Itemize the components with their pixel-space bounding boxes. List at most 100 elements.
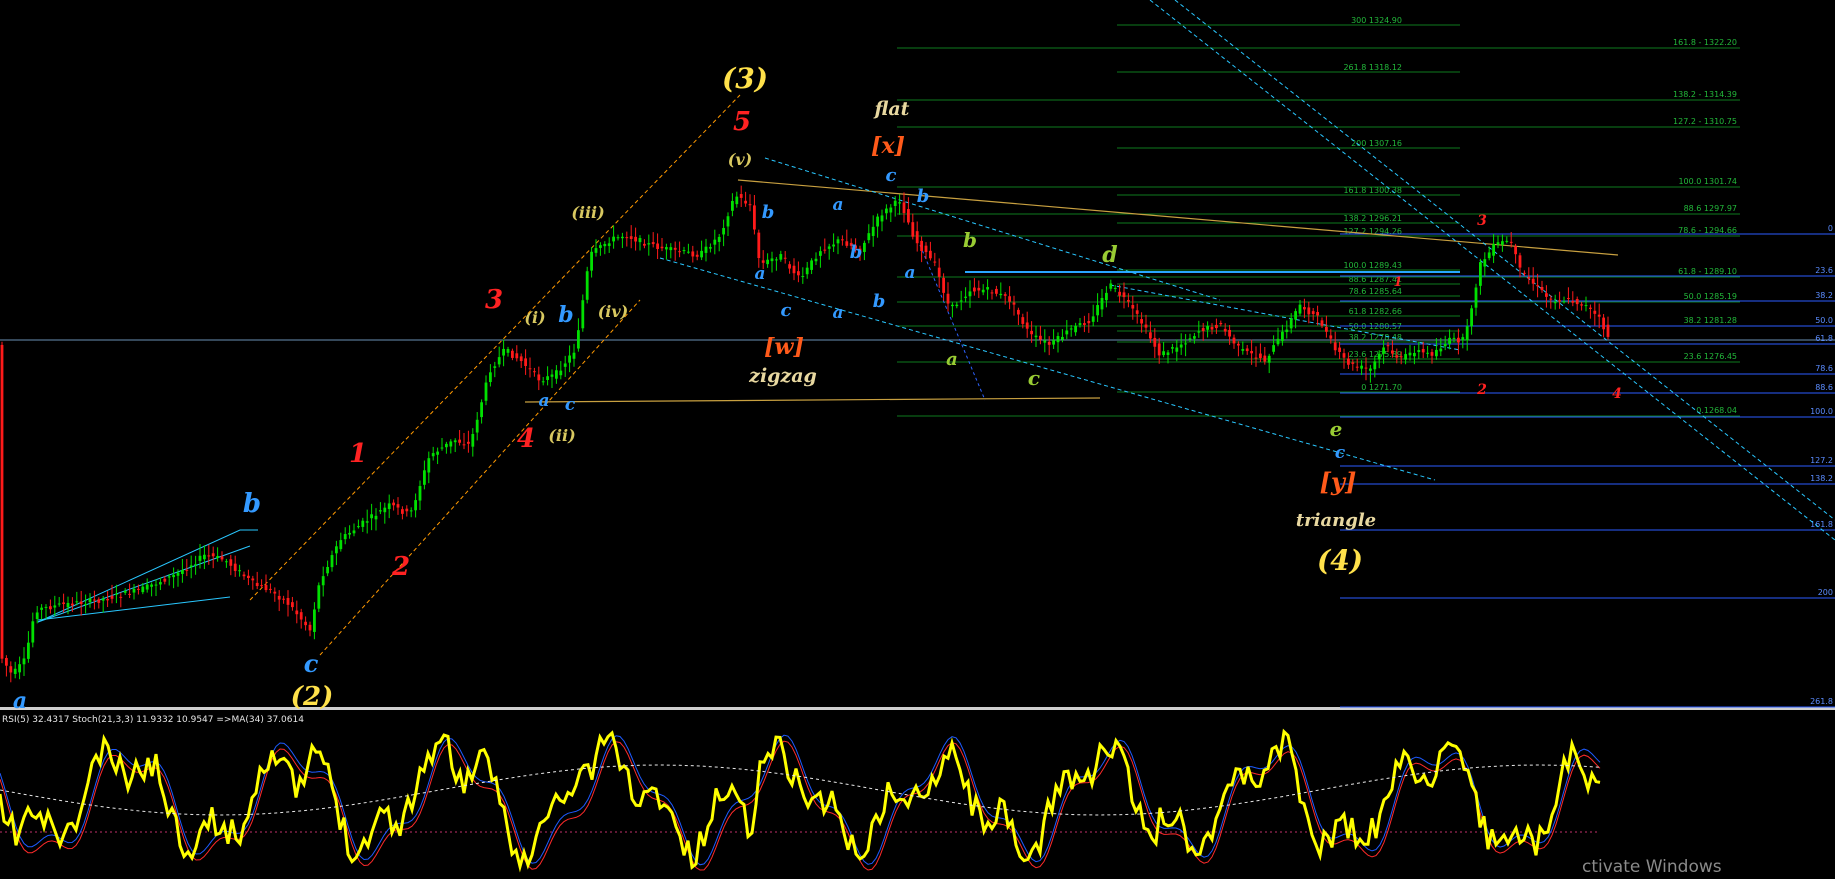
candle-body [775, 259, 778, 261]
wave-label: (2) [291, 682, 334, 712]
candle-body [511, 350, 514, 358]
candle-body [867, 233, 871, 241]
candle-body [79, 601, 83, 604]
fib-label-top: 200 1307.16 [1351, 139, 1402, 148]
channel-orange-lower [319, 299, 641, 656]
candle-body [493, 366, 497, 368]
candle-body [713, 239, 717, 245]
candle-body [321, 576, 325, 586]
candle-body [198, 555, 202, 561]
candle-body [471, 433, 475, 447]
wave-label: b [873, 291, 886, 312]
candle-body [427, 458, 431, 473]
candle-body [792, 265, 796, 274]
candle-body [150, 584, 153, 587]
candle-body [1061, 336, 1064, 340]
candle-body [1369, 368, 1372, 371]
candle-body [1452, 337, 1456, 339]
candle-body [577, 330, 580, 349]
candle-body [405, 508, 409, 512]
candle-body [453, 440, 457, 443]
elliott-wave-chart[interactable]: 300 1324.90261.8 1318.12200 1307.16161.8… [0, 0, 1835, 879]
fib-label-right: 61.8 - 1289.10 [1678, 267, 1737, 276]
candle-body [343, 534, 347, 540]
candle-body [1105, 292, 1108, 301]
candle-body [27, 642, 30, 659]
wave-label: b [762, 202, 775, 223]
indicator-header: RSI(5) 32.4317 Stoch(21,3,3) 11.9332 10.… [2, 715, 304, 725]
candle-body [1492, 244, 1495, 256]
fib-label-blue: 50.0 [1815, 316, 1833, 325]
candle-body [1272, 345, 1275, 352]
candle-body [704, 246, 708, 253]
candle-body [709, 247, 712, 249]
wave-label: b [963, 228, 977, 252]
candle-body [1329, 335, 1333, 339]
candle-body [423, 470, 426, 485]
candle-body [396, 504, 400, 508]
candle-body [313, 609, 316, 632]
candle-body [819, 251, 822, 256]
candle-body [1276, 338, 1280, 345]
candle-body [841, 239, 844, 241]
fib-label-blue: 0 [1828, 224, 1833, 233]
candle-body [1421, 348, 1425, 353]
candle-body [907, 209, 910, 223]
candle-body [973, 287, 976, 292]
candle-body [440, 447, 444, 449]
candle-body [1039, 335, 1042, 340]
candle-body [783, 257, 787, 259]
candle-body [1575, 299, 1579, 305]
wave-label: b [558, 302, 573, 328]
candle-body [299, 612, 303, 620]
candle-body [757, 232, 761, 259]
channel-cyan-4 [1174, 0, 1835, 521]
fib-label-blue: 161.8 [1810, 520, 1833, 529]
candle-body [22, 658, 26, 665]
candle-body [1470, 308, 1473, 327]
wave-label: a [832, 303, 843, 323]
candle-body [247, 575, 250, 579]
candle-body [119, 596, 123, 598]
candle-body [761, 260, 765, 263]
candle-body [599, 245, 602, 248]
candle-body [1008, 296, 1011, 302]
candle-body [995, 288, 998, 294]
candle-body [1074, 325, 1077, 333]
candle-body [968, 291, 972, 297]
candle-body [924, 245, 928, 253]
candle-body [687, 251, 690, 253]
candle-body [876, 216, 879, 227]
candle-body [370, 514, 373, 519]
candle-body [929, 250, 932, 259]
candle-body [638, 238, 642, 243]
candle-body [885, 208, 888, 214]
candle-body [933, 261, 937, 263]
candle-body [863, 242, 866, 252]
candle-body [1047, 341, 1051, 345]
candle-body [273, 591, 277, 594]
candle-body [524, 358, 527, 366]
candle-body [1263, 355, 1267, 362]
candle-body [959, 300, 963, 302]
candle-body [1118, 291, 1121, 296]
candle-body [295, 610, 299, 615]
candle-body [1571, 300, 1575, 303]
candle-body [1518, 255, 1522, 268]
candle-body [695, 254, 699, 257]
candle-body [915, 231, 919, 244]
candle-body [1166, 352, 1170, 355]
candle-body [123, 590, 127, 593]
candle-body [1465, 326, 1469, 341]
candle-body [106, 598, 109, 601]
candle-body [871, 226, 875, 237]
candle-body [805, 267, 809, 275]
candle-body [75, 601, 79, 603]
candle-body [999, 293, 1003, 296]
candle-body [326, 566, 329, 574]
candle-body [66, 602, 70, 608]
candle-body [603, 243, 607, 247]
candle-body [1188, 338, 1192, 340]
wave-label: [x] [871, 133, 905, 159]
candle-body [163, 578, 167, 582]
